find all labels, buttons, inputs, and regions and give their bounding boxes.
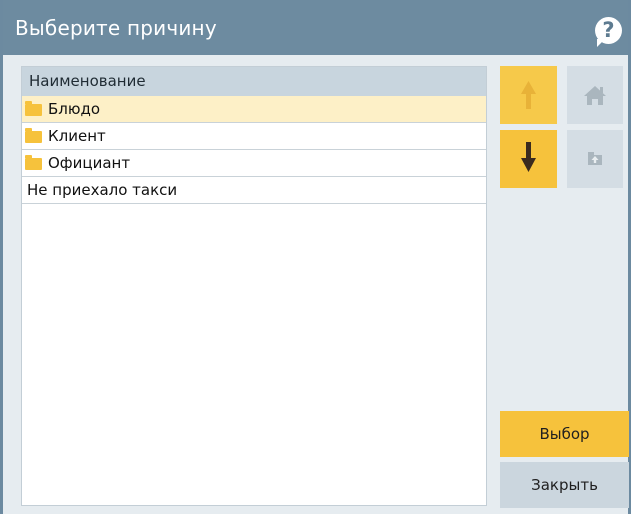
select-button[interactable]: Выбор (500, 411, 629, 457)
close-button[interactable]: Закрыть (500, 462, 629, 508)
arrow-down-icon (521, 142, 536, 172)
scroll-up-button[interactable] (500, 66, 557, 124)
folder-up-icon (588, 152, 602, 165)
reason-dialog: Выберите причину ? Наименование Блюдо Кл… (0, 0, 631, 514)
list-item[interactable]: Не приехало такси (22, 177, 486, 204)
scroll-down-button[interactable] (500, 130, 557, 188)
arrow-up-icon (521, 81, 536, 109)
parent-folder-button[interactable] (567, 130, 623, 188)
column-header-name[interactable]: Наименование (22, 67, 486, 96)
home-icon (584, 86, 606, 105)
folder-icon (25, 101, 42, 116)
reason-list: Наименование Блюдо Клиент Официант Не пр… (21, 66, 487, 506)
title-bar: Выберите причину ? (3, 0, 628, 55)
list-item-label: Клиент (48, 127, 106, 145)
folder-icon (25, 155, 42, 170)
home-button[interactable] (567, 66, 623, 124)
list-item[interactable]: Клиент (22, 123, 486, 150)
dialog-title: Выберите причину (15, 16, 217, 40)
list-item-label: Официант (48, 154, 131, 172)
list-item[interactable]: Официант (22, 150, 486, 177)
folder-icon (25, 128, 42, 143)
list-item-label: Блюдо (48, 100, 101, 118)
list-item[interactable]: Блюдо (22, 96, 486, 123)
question-bubble-icon[interactable]: ? (595, 17, 622, 47)
list-item-label: Не приехало такси (27, 181, 178, 199)
